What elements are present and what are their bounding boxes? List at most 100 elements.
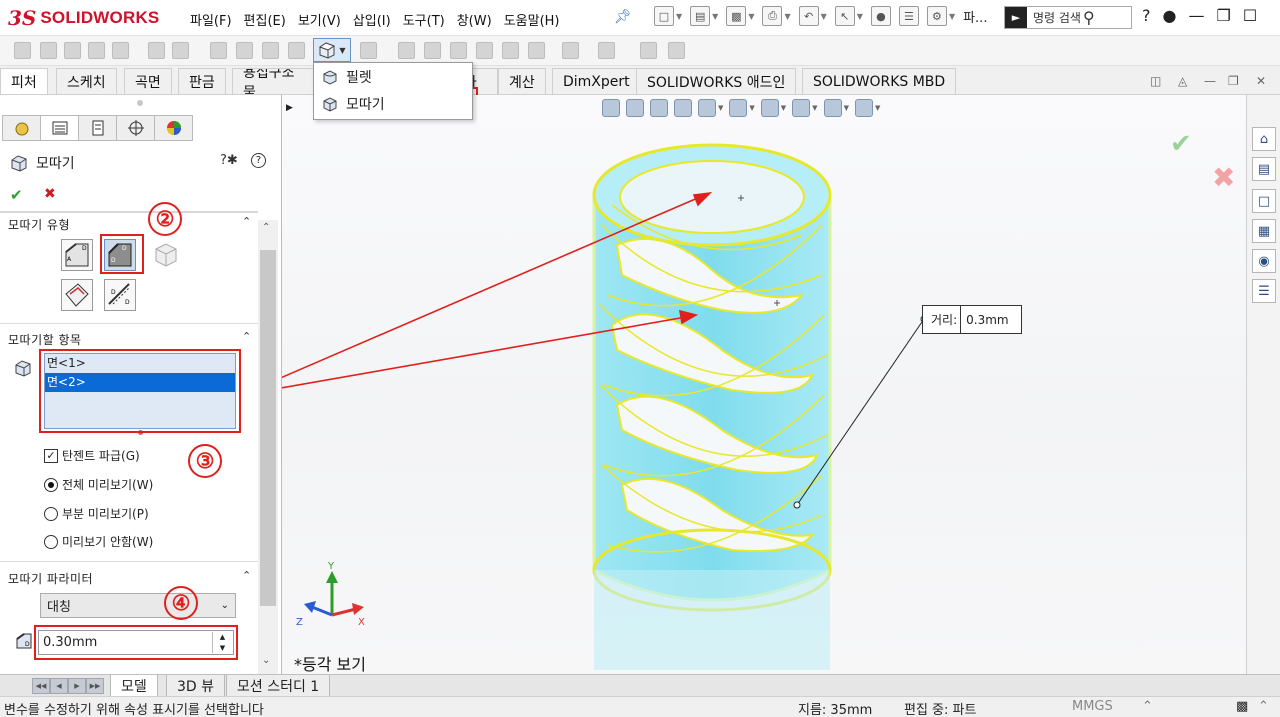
open-folder-icon[interactable]: ▤ xyxy=(690,6,711,26)
tab-sketch[interactable]: 스케치 xyxy=(56,68,117,94)
chevron-down-icon[interactable]: ▼ xyxy=(949,12,955,21)
maximize-icon[interactable]: ☐ xyxy=(1243,6,1257,25)
scroll-down-icon[interactable]: ⌄ xyxy=(262,655,270,666)
menu-window[interactable]: 창(W) xyxy=(451,8,498,31)
shell-icon[interactable] xyxy=(450,42,467,59)
collapse-chevron-icon[interactable]: ⌃ xyxy=(242,215,251,228)
menu-file[interactable]: 파일(F) xyxy=(184,8,238,31)
display-manager-tab[interactable] xyxy=(154,115,193,141)
scroll-up-icon[interactable]: ⌃ xyxy=(262,222,270,233)
doc-close-icon[interactable]: ✕ xyxy=(1256,74,1266,88)
mirror-icon[interactable] xyxy=(528,42,545,59)
whats-wrong-icon[interactable]: ?✱ xyxy=(220,153,238,168)
new-document-icon[interactable]: □ xyxy=(654,6,674,26)
tab-dimxpert[interactable]: DimXpert xyxy=(552,68,641,94)
next-tab-icon[interactable]: ▶ xyxy=(68,678,86,694)
scroll-thumb[interactable] xyxy=(260,250,276,606)
swept-cut-icon[interactable] xyxy=(236,42,253,59)
feature-manager-tab[interactable] xyxy=(2,115,41,141)
distance-callout-value[interactable]: 0.3mm xyxy=(961,306,1021,333)
configuration-manager-tab[interactable] xyxy=(78,115,117,141)
menu-view[interactable]: 보기(V) xyxy=(292,8,347,31)
chevron-down-icon[interactable]: ▼ xyxy=(821,12,827,21)
menu-tools[interactable]: 도구(T) xyxy=(397,8,451,31)
status-unit-system[interactable]: MMGS xyxy=(1072,699,1113,714)
tile-right-icon[interactable]: ◬ xyxy=(1178,74,1187,88)
home-icon[interactable]: ⌂ xyxy=(1252,127,1276,151)
user-profile-icon[interactable]: ● xyxy=(1163,6,1177,25)
solidworks-logo[interactable]: 3S SOLIDWORKS xyxy=(8,6,159,30)
linear-pattern-icon[interactable] xyxy=(360,42,377,59)
chamfer-method-select[interactable]: 대칭 ⌄ xyxy=(40,593,236,618)
extruded-boss-icon[interactable] xyxy=(14,42,31,59)
lofted-boss-icon[interactable] xyxy=(88,42,105,59)
instant3d-icon[interactable] xyxy=(640,42,657,59)
help-icon[interactable]: ? xyxy=(1142,6,1151,25)
options-gear-icon[interactable]: ⚙ xyxy=(926,6,947,26)
restore-icon[interactable]: ❐ xyxy=(1216,6,1230,25)
rib-icon[interactable] xyxy=(398,42,415,59)
no-preview-radio[interactable] xyxy=(44,534,58,549)
design-library-icon[interactable]: ▤ xyxy=(1252,157,1276,181)
curves-icon[interactable] xyxy=(598,42,615,59)
tab-motion-study-1[interactable]: 모션 스터디 1 xyxy=(226,675,331,697)
vertex-chamfer-button[interactable] xyxy=(152,241,180,269)
menu-insert[interactable]: 삽입(I) xyxy=(347,8,397,31)
panel-grip[interactable] xyxy=(137,100,143,106)
distance-callout[interactable]: 거리: 0.3mm xyxy=(922,305,1023,334)
property-manager-tab[interactable] xyxy=(40,115,79,141)
minimize-icon[interactable]: — xyxy=(1188,6,1204,25)
file-explorer-icon[interactable]: □ xyxy=(1252,189,1276,213)
tab-weldments[interactable]: 용접구조물 xyxy=(232,68,316,94)
doc-restore-icon[interactable]: ❐ xyxy=(1228,74,1239,88)
rebuild-icon[interactable]: ● xyxy=(870,6,891,26)
view-palette-icon[interactable]: ▦ xyxy=(1252,219,1276,243)
first-tab-icon[interactable]: ◀◀ xyxy=(32,678,50,694)
partial-preview-option[interactable]: 부분 미리보기(P) xyxy=(44,505,149,522)
draft-icon[interactable] xyxy=(424,42,441,59)
swept-boss-icon[interactable] xyxy=(64,42,81,59)
fillet-chamfer-tool-button[interactable]: ▼ xyxy=(313,38,351,62)
help-icon[interactable]: ? xyxy=(251,153,266,168)
tab-sheet-metal[interactable]: 판금 xyxy=(178,68,226,94)
tab-surfaces[interactable]: 곡면 xyxy=(124,68,172,94)
tab-simulation[interactable]: 계산 xyxy=(498,68,546,94)
doc-minimize-icon[interactable]: — xyxy=(1204,74,1216,88)
tangent-propagation-option[interactable]: ✓ 탄젠트 파급(G) xyxy=(44,447,140,464)
chevron-down-icon[interactable]: ▼ xyxy=(339,46,345,55)
extruded-cut-icon[interactable] xyxy=(148,42,165,59)
graphics-area[interactable]: ▶ ▼ ▼ ▼ ▼ ▼ ▼ ✔ ✖ Y X Z 거리: 0.3mm *등각 보기 xyxy=(282,95,1246,674)
face-face-button[interactable]: D D xyxy=(104,279,136,311)
save-icon[interactable]: ▩ xyxy=(726,6,747,26)
tangent-propagation-checkbox[interactable]: ✓ xyxy=(44,448,58,463)
search-icon[interactable]: ⚲ xyxy=(1083,8,1095,27)
file-properties-icon[interactable]: ☰ xyxy=(898,6,919,26)
previous-tab-icon[interactable]: ◀ xyxy=(50,678,68,694)
menu-item-chamfer[interactable]: 모따기 xyxy=(316,92,471,116)
chevron-down-icon[interactable]: ▼ xyxy=(748,12,754,21)
chevron-down-icon[interactable]: ▼ xyxy=(676,12,682,21)
rebuild-status-icon[interactable]: ▩ xyxy=(1236,699,1248,714)
chevron-down-icon[interactable]: ⌄ xyxy=(221,600,229,611)
tab-solidworks-addins[interactable]: SOLIDWORKS 애드인 xyxy=(636,68,797,94)
chevron-down-icon[interactable]: ▼ xyxy=(784,12,790,21)
print-icon[interactable]: ⎙ xyxy=(762,6,783,26)
revolved-cut-icon[interactable] xyxy=(210,42,227,59)
tile-left-icon[interactable]: ◫ xyxy=(1150,74,1161,88)
no-preview-option[interactable]: 미리보기 안함(W) xyxy=(44,533,153,550)
menu-item-fillet[interactable]: 필렛 xyxy=(316,65,471,89)
offset-face-button[interactable] xyxy=(61,279,93,311)
full-preview-option[interactable]: 전체 미리보기(W) xyxy=(44,476,153,493)
chevron-down-icon[interactable]: ▼ xyxy=(857,12,863,21)
collapse-chevron-icon[interactable]: ⌃ xyxy=(242,569,251,582)
tab-solidworks-mbd[interactable]: SOLIDWORKS MBD xyxy=(802,68,957,94)
tab-model[interactable]: 모델 xyxy=(110,675,158,697)
collapse-chevron-icon[interactable]: ⌃ xyxy=(242,330,251,343)
last-tab-icon[interactable]: ▶▶ xyxy=(86,678,104,694)
custom-properties-icon[interactable]: ☰ xyxy=(1252,279,1276,303)
cylinder-model[interactable]: Y X Z xyxy=(282,95,1246,674)
full-preview-radio[interactable] xyxy=(44,477,58,492)
select-pointer-icon[interactable]: ↖ xyxy=(834,6,855,26)
cloud-icon[interactable] xyxy=(668,42,685,59)
command-search-box[interactable]: ► 명령 검색 ⚲ xyxy=(1004,6,1132,29)
